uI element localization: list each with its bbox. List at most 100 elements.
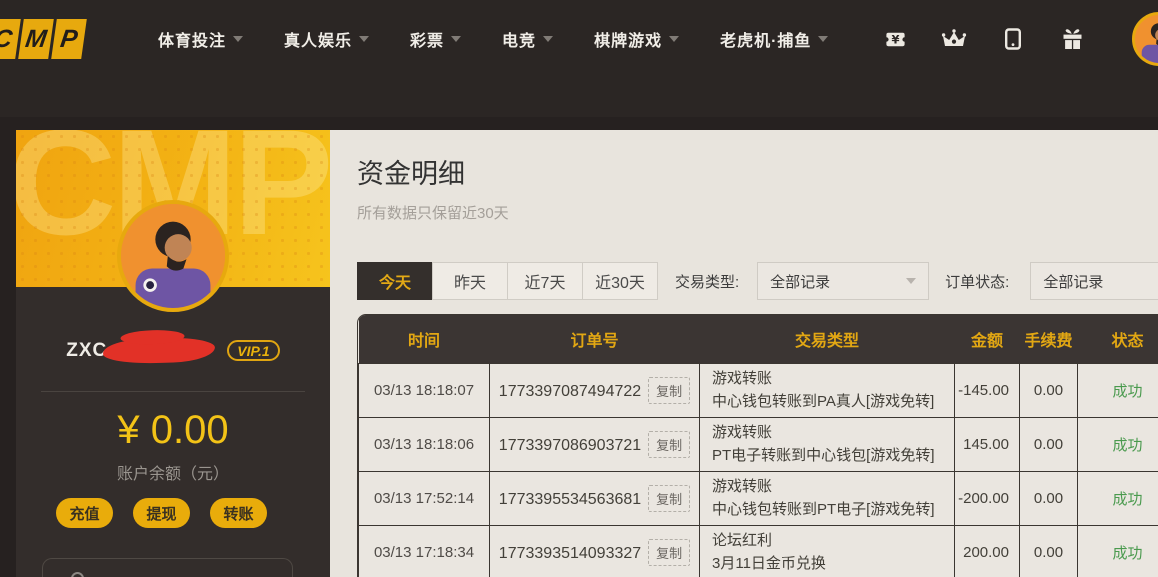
table-column-header: 订单号	[490, 315, 700, 363]
chevron-down-icon	[543, 36, 553, 42]
nav-menu-label: 彩票	[410, 27, 444, 51]
filter-select-value: 全部记录	[1043, 271, 1103, 292]
copy-button[interactable]: 复制	[648, 431, 690, 458]
nav-menu-label: 体育投注	[158, 27, 226, 51]
cell-amount: -145.00	[955, 363, 1020, 417]
cell-amount: -200.00	[955, 471, 1020, 525]
cell-order: 1773393514093327复制	[490, 525, 700, 577]
nav-menu-item[interactable]: 彩票	[410, 27, 461, 51]
copy-button[interactable]: 复制	[648, 539, 690, 566]
wallet-button-0[interactable]: 充值	[56, 498, 113, 528]
wallet-button-2[interactable]: 转账	[210, 498, 267, 528]
vip-level-badge: VIP.1	[227, 340, 279, 361]
cell-time: 03/13 17:18:34	[359, 525, 490, 577]
cell-fee: 0.00	[1020, 363, 1078, 417]
hidden-section-card	[42, 558, 293, 577]
cell-fee: 0.00	[1020, 471, 1078, 525]
cell-time: 03/13 17:52:14	[359, 471, 490, 525]
redacted-username-scribble	[103, 336, 216, 365]
brand-letter-c: C	[0, 19, 21, 59]
main-content: 资金明细 所有数据只保留近30天 今天昨天近7天近30天交易类型: 全部记录 订单状…	[330, 130, 1158, 577]
cell-fee: 0.00	[1020, 417, 1078, 471]
top-nav: CMP 体育投注 真人娱乐 彩票 电竞 棋牌游戏 老虎机·捕鱼 ¥	[0, 0, 1158, 117]
brand-logo[interactable]: CMP	[0, 19, 87, 59]
date-range-tab[interactable]: 近7天	[507, 262, 583, 300]
table-row: 03/13 18:18:06 1773397086903721 复制游戏转账PT电子…	[359, 417, 1158, 471]
cell-order: 1773395534563681 复制	[490, 471, 700, 525]
table-header-row: 时间订单号交易类型金额手续费状态	[359, 315, 1158, 363]
cell-status: 成功	[1078, 417, 1158, 471]
type-name: 游戏转账	[712, 475, 954, 498]
nav-menu-label: 老虎机·捕鱼	[720, 27, 811, 51]
cell-order: 1773397086903721 复制	[490, 417, 700, 471]
main-menu: 体育投注 真人娱乐 彩票 电竞 棋牌游戏 老虎机·捕鱼	[158, 27, 828, 51]
chevron-down-icon	[451, 36, 461, 42]
cell-status: 成功	[1078, 525, 1158, 577]
user-avatar-large[interactable]	[117, 200, 229, 312]
cell-time: 03/13 18:18:06	[359, 417, 490, 471]
crown-icon[interactable]	[941, 27, 967, 51]
sidebar-divider	[41, 391, 305, 392]
username: ZXC	[66, 340, 107, 362]
cell-type: 游戏转账中心钱包转账到PT电子[游戏免转]	[700, 471, 955, 525]
filter-select[interactable]: 全部记录	[1030, 262, 1158, 300]
funds-table: 时间订单号交易类型金额手续费状态 03/13 18:18:07177339708…	[358, 315, 1158, 577]
table-row: 03/13 18:18:071773397087494722复制游戏转账中心钱包…	[359, 363, 1158, 417]
cell-fee: 0.00	[1020, 525, 1078, 577]
nav-menu-item[interactable]: 电竞	[502, 27, 553, 51]
page-title: 资金明细	[357, 152, 465, 191]
type-name: 游戏转账	[712, 421, 954, 444]
table-column-header: 时间	[359, 315, 490, 363]
account-balance: ¥ 0.00	[16, 408, 330, 453]
chevron-down-icon	[233, 36, 243, 42]
date-range-tab[interactable]: 近30天	[582, 262, 658, 300]
page-subtitle: 所有数据只保留近30天	[357, 202, 509, 223]
phone-icon[interactable]	[1000, 27, 1026, 51]
chevron-down-icon	[818, 36, 828, 42]
chevron-down-icon	[359, 36, 369, 42]
filter-label: 交易类型:	[675, 271, 739, 292]
table-column-header: 手续费	[1020, 315, 1078, 363]
copy-button[interactable]: 复制	[648, 485, 690, 512]
copy-button[interactable]: 复制	[648, 377, 690, 404]
app-root: CMP 体育投注 真人娱乐 彩票 电竞 棋牌游戏 老虎机·捕鱼 ¥ CMP	[0, 0, 1158, 577]
cell-amount: 145.00	[955, 417, 1020, 471]
user-avatar[interactable]	[1132, 12, 1158, 66]
cell-amount: 200.00	[955, 525, 1020, 577]
nav-action-icons: ¥	[882, 27, 1085, 51]
type-name: 论坛红利	[712, 529, 954, 552]
filter-select-value: 全部记录	[770, 271, 830, 292]
type-detail: 中心钱包转账到PA真人[游戏免转]	[712, 390, 954, 413]
voucher-icon[interactable]: ¥	[882, 27, 908, 51]
type-name: 游戏转账	[712, 367, 954, 390]
nav-menu-item[interactable]: 体育投注	[158, 27, 243, 51]
avatar-illustration	[121, 204, 225, 308]
table-column-header: 状态	[1078, 315, 1158, 363]
nav-menu-item[interactable]: 真人娱乐	[284, 27, 369, 51]
date-range-tab[interactable]: 昨天	[432, 262, 508, 300]
brand-letter-p: P	[51, 19, 87, 59]
nav-menu-item[interactable]: 老虎机·捕鱼	[720, 27, 828, 51]
chevron-down-icon	[906, 278, 916, 284]
order-number: 1773397086903721	[499, 437, 641, 454]
nav-menu-item[interactable]: 棋牌游戏	[594, 27, 679, 51]
table-column-header: 交易类型	[700, 315, 955, 363]
svg-text:¥: ¥	[891, 32, 899, 46]
gift-icon[interactable]	[1059, 27, 1085, 51]
cell-type: 游戏转账PT电子转账到中心钱包[游戏免转]	[700, 417, 955, 471]
filter-select[interactable]: 全部记录	[757, 262, 929, 300]
filter-row: 今天昨天近7天近30天交易类型: 全部记录 订单状态: 全部记录	[357, 262, 1158, 300]
table-row: 03/13 17:52:14 1773395534563681 复制游戏转账中心钱包…	[359, 471, 1158, 525]
filter-label: 订单状态:	[945, 271, 1009, 292]
cell-status: 成功	[1078, 471, 1158, 525]
funds-table-wrap: 时间订单号交易类型金额手续费状态 03/13 18:18:07177339708…	[357, 314, 1158, 577]
wallet-button-1[interactable]: 提现	[133, 498, 190, 528]
type-detail: 中心钱包转账到PT电子[游戏免转]	[712, 498, 954, 521]
date-range-tab[interactable]: 今天	[357, 262, 433, 300]
account-balance-label: 账户余额（元）	[16, 460, 330, 484]
table-column-header: 金额	[955, 315, 1020, 363]
hidden-section-icon	[71, 572, 84, 577]
cell-type: 论坛红利3月11日金币兑换	[700, 525, 955, 577]
nav-menu-label: 电竞	[502, 27, 536, 51]
order-number: 1773395534563681	[499, 491, 641, 508]
